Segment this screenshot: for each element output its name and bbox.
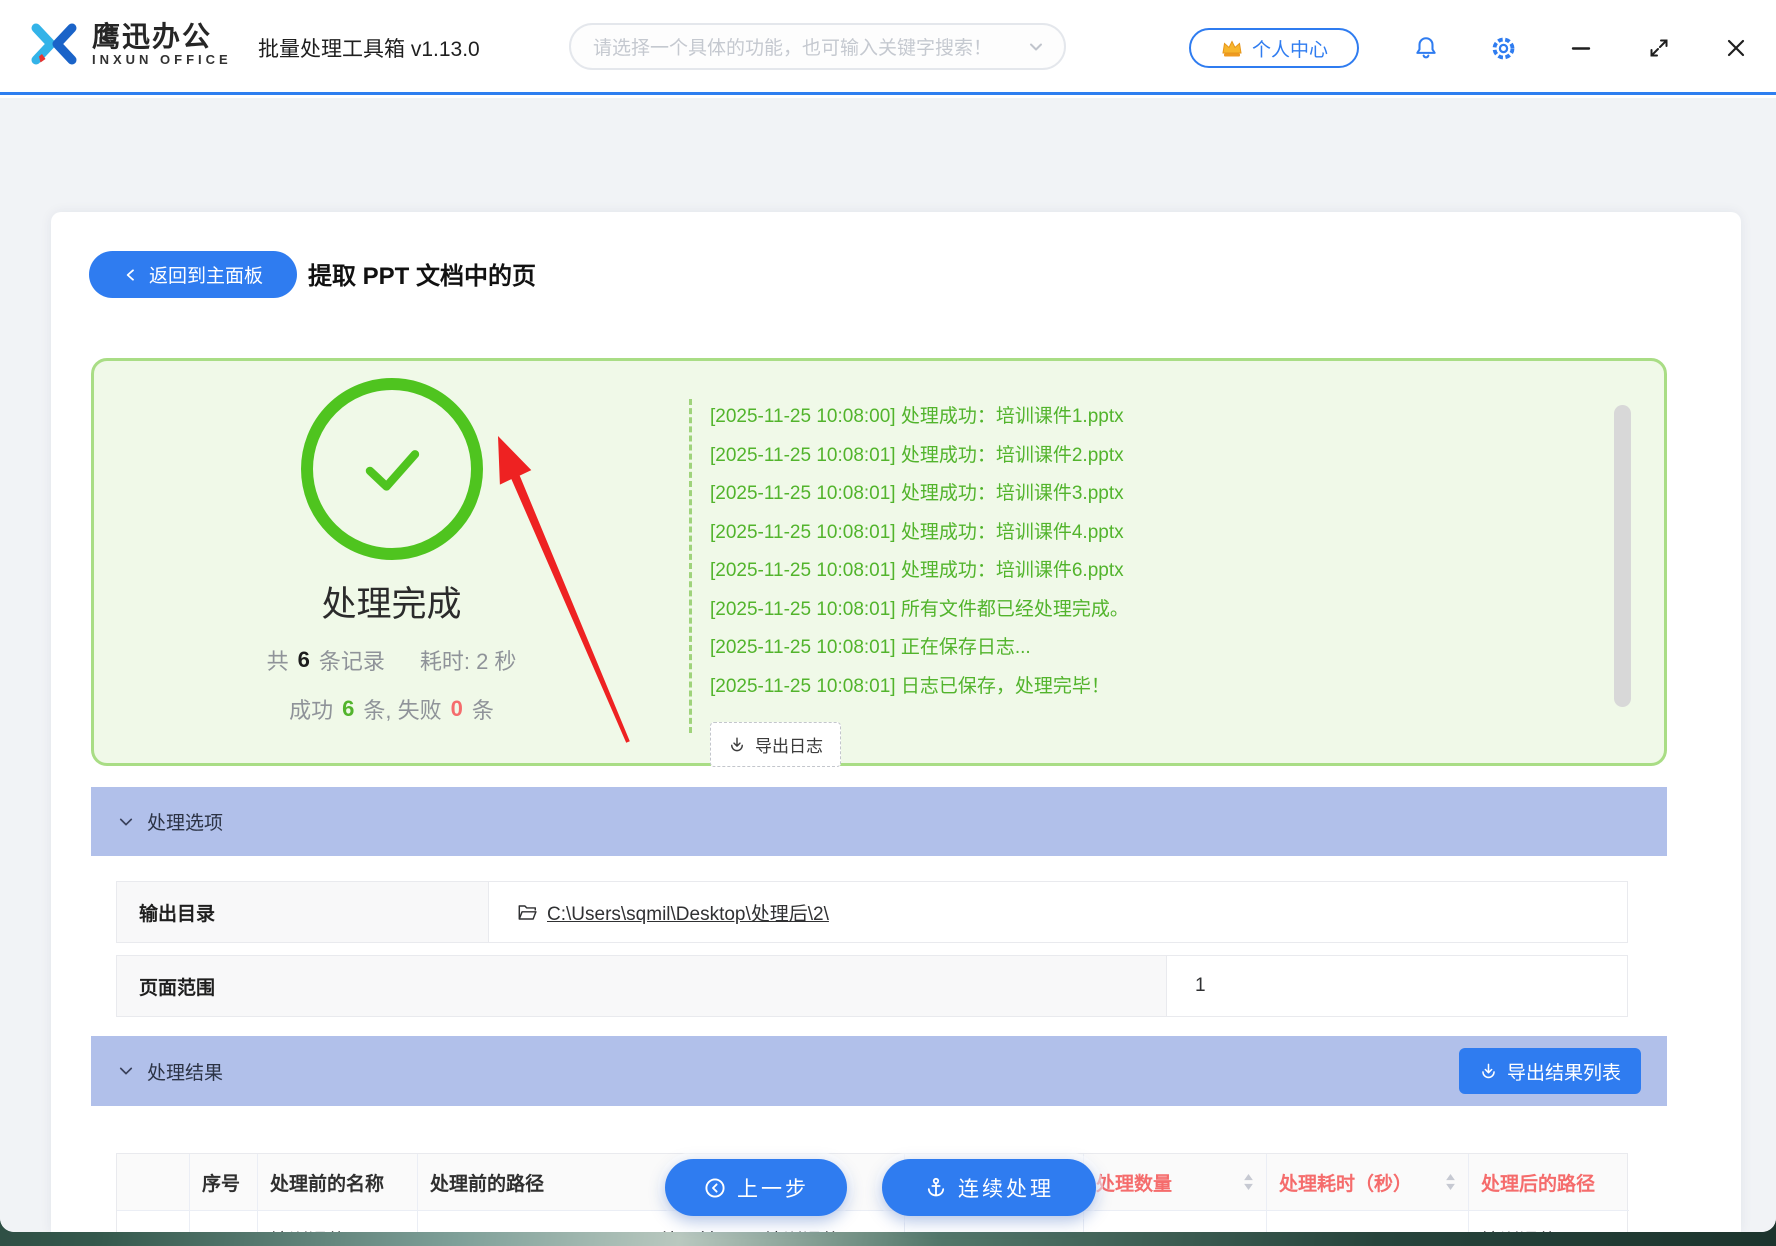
results-table: 序号 处理前的名称 处理前的路径 处理结果 处理数量 [116, 1153, 1629, 1232]
content-card: 返回到主面板 提取 PPT 文档中的页 处理完成 共 6 条记录 耗时: 2 秒… [51, 212, 1741, 1232]
back-button-label: 返回到主面板 [148, 266, 263, 287]
logo-x-icon [26, 16, 82, 72]
section-bar-options[interactable]: 处理选项 [91, 787, 1667, 856]
page-range-label: 页面范围 [117, 956, 1167, 1016]
output-path-cell: 培训课件1.pptx [1469, 1211, 1629, 1232]
expand-column-header [117, 1154, 190, 1211]
index-column-header: 序号 [190, 1154, 258, 1211]
table-row: + 1 培训课件1.pptx C:\Users\sqmil\Desktop\处理… [117, 1211, 1627, 1232]
previous-step-label: 上一步 [737, 1177, 809, 1201]
log-divider [689, 399, 692, 733]
page-title: 提取 PPT 文档中的页 [308, 263, 537, 290]
crown-icon [1220, 37, 1244, 59]
log-entry: [2025-11-25 10:08:01] 所有文件都已经处理完成。 [710, 598, 1129, 620]
page-background: 返回到主面板 提取 PPT 文档中的页 处理完成 共 6 条记录 耗时: 2 秒… [0, 98, 1776, 1232]
name-column-header: 处理前的名称 [258, 1154, 418, 1211]
log-entry: [2025-11-25 10:08:00] 处理成功：培训课件1.pptx [710, 406, 1124, 427]
previous-step-button[interactable]: 上一步 [665, 1159, 847, 1216]
user-center-button[interactable]: 个人中心 [1189, 28, 1359, 68]
close-button[interactable] [1721, 33, 1751, 63]
log-entry: [2025-11-25 10:08:01] 处理成功：培训课件6.pptx [710, 560, 1124, 581]
output-directory-link[interactable]: C:\Users\sqmil\Desktop\处理后\2\ [547, 899, 829, 926]
total-count: 6 [297, 647, 310, 672]
log-scrollbar-thumb[interactable] [1614, 405, 1631, 707]
download-icon [728, 736, 746, 754]
chevron-down-icon [1026, 37, 1046, 57]
count-column-header: 处理数量 [1084, 1154, 1267, 1211]
output-directory-label: 输出目录 [117, 882, 489, 942]
log-entry: [2025-11-25 10:08:01] 处理成功：培训课件4.pptx [710, 521, 1124, 543]
section-bar-results[interactable]: 处理结果 导出结果列表 [91, 1036, 1667, 1106]
download-icon [1479, 1062, 1498, 1081]
app-logo: 鹰迅办公 INXUN OFFICE [26, 16, 232, 72]
table-header-row: 序号 处理前的名称 处理前的路径 处理结果 处理数量 [117, 1154, 1629, 1211]
record-count-line: 共 6 条记录 耗时: 2 秒 [267, 644, 517, 676]
chevron-down-icon [117, 1062, 135, 1080]
status-title: 处理完成 [321, 585, 462, 624]
search-placeholder: 请选择一个具体的功能，也可输入关键字搜索！ [593, 38, 993, 59]
time-cell: 1.07 [1267, 1211, 1469, 1232]
log-entry: [2025-11-25 10:08:01] 处理成功：培训课件3.pptx [710, 483, 1124, 504]
app-title: 批量处理工具箱 v1.13.0 [258, 37, 480, 61]
source-file-name: 培训课件1.pptx [258, 1211, 418, 1232]
count-cell: 1 [1084, 1211, 1267, 1232]
fail-count: 0 [450, 696, 463, 721]
results-section-title: 处理结果 [147, 1062, 224, 1084]
output-path-column-header: 处理后的路径 [1469, 1154, 1629, 1211]
chevron-down-icon [117, 813, 135, 831]
page-range-row: 页面范围 1 [116, 955, 1628, 1017]
continue-processing-label: 连续处理 [958, 1177, 1054, 1201]
minimize-button[interactable] [1566, 33, 1596, 63]
folder-icon [517, 903, 538, 922]
source-path-link[interactable]: C:\Users\sqmil\Desktop\处理前\PPT\培训课件\培训课件… [430, 1231, 840, 1232]
log-entry: [2025-11-25 10:08:01] 处理成功：培训课件2.pptx [710, 444, 1124, 466]
time-column-header: 处理耗时（秒） [1267, 1154, 1469, 1211]
back-to-dashboard-button[interactable]: 返回到主面板 [89, 251, 297, 298]
export-log-button[interactable]: 导出日志 [710, 722, 841, 767]
anchor-icon [924, 1176, 948, 1200]
success-check-icon [300, 378, 483, 560]
restore-window-button[interactable] [1644, 33, 1674, 63]
success-count: 6 [342, 696, 355, 721]
log-entry: [2025-11-25 10:08:01] 日志已保存，处理完毕！ [710, 675, 1110, 697]
export-results-label: 导出结果列表 [1506, 1062, 1621, 1084]
output-directory-row: 输出目录 C:\Users\sqmil\Desktop\处理后\2\ [116, 881, 1628, 943]
sort-carets-icon[interactable] [1445, 1174, 1456, 1190]
app-header: 鹰迅办公 INXUN OFFICE 批量处理工具箱 v1.13.0 请选择一个具… [0, 0, 1776, 95]
log-entry: [2025-11-25 10:08:01] 正在保存日志... [710, 637, 1031, 658]
row-index: 1 [190, 1211, 258, 1232]
search-input[interactable]: 请选择一个具体的功能，也可输入关键字搜索！ [569, 23, 1066, 70]
user-center-label: 个人中心 [1251, 39, 1328, 61]
chevron-left-icon [123, 267, 139, 283]
export-log-label: 导出日志 [755, 737, 823, 756]
back-circle-icon [703, 1176, 727, 1200]
brand-name-en: INXUN OFFICE [92, 51, 232, 67]
brand-name-cn: 鹰迅办公 [92, 20, 213, 52]
export-results-button[interactable]: 导出结果列表 [1458, 1048, 1641, 1094]
elapsed-time: 耗时: 2 秒 [419, 649, 517, 674]
continue-processing-button[interactable]: 连续处理 [882, 1159, 1096, 1216]
success-fail-line: 成功 6 条, 失败 0 条 [289, 696, 494, 723]
output-path-link[interactable]: 培训课件1.pptx [1481, 1225, 1599, 1232]
app-window: 鹰迅办公 INXUN OFFICE 批量处理工具箱 v1.13.0 请选择一个具… [0, 0, 1776, 1232]
process-result-panel: 处理完成 共 6 条记录 耗时: 2 秒 成功 6 条, 失败 0 条 [202… [91, 358, 1667, 767]
page-range-value: 1 [1195, 975, 1206, 996]
settings-gear-icon[interactable] [1488, 33, 1518, 63]
process-log: [2025-11-25 10:08:00] 处理成功：培训课件1.pptx [2… [710, 398, 1584, 767]
notification-bell-icon[interactable] [1411, 33, 1441, 63]
sort-carets-icon[interactable] [1243, 1174, 1254, 1190]
source-file-path: C:\Users\sqmil\Desktop\处理前\PPT\培训课件\培训课件… [418, 1211, 905, 1232]
options-section-title: 处理选项 [147, 813, 224, 834]
result-summary: 处理完成 共 6 条记录 耗时: 2 秒 成功 6 条, 失败 0 条 [94, 361, 689, 763]
